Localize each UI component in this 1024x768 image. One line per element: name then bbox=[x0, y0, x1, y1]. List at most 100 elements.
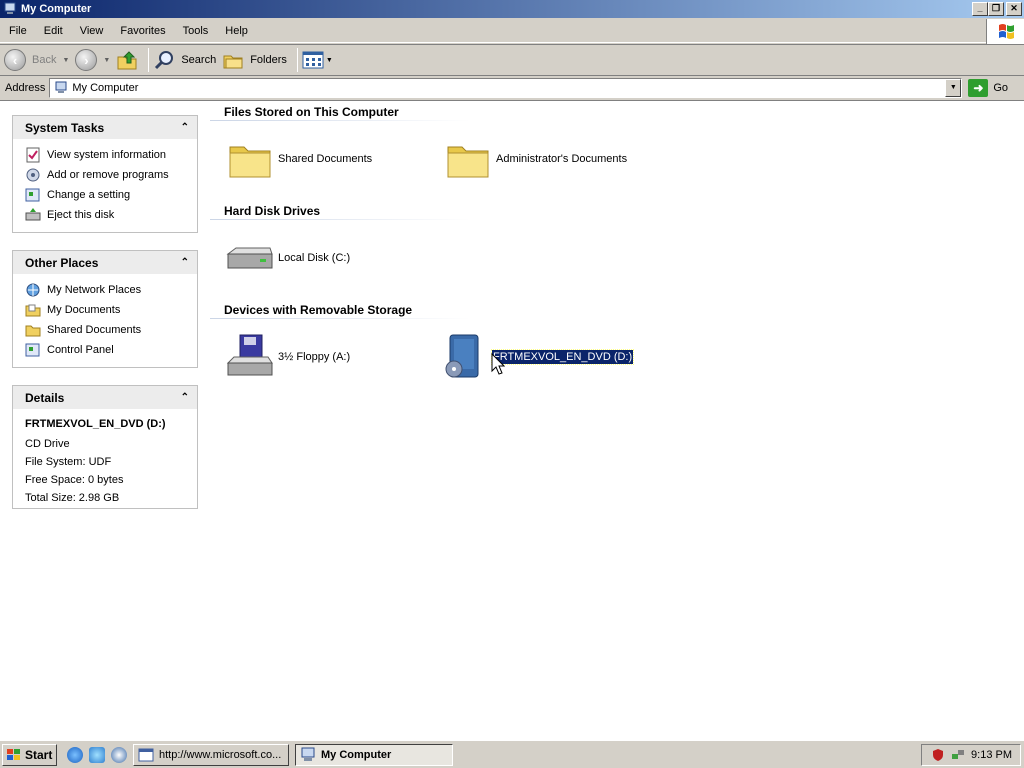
place-my-documents[interactable]: My Documents bbox=[25, 300, 185, 320]
window-title: My Computer bbox=[21, 3, 92, 15]
quick-launch bbox=[67, 746, 127, 763]
folders-label: Folders bbox=[250, 54, 287, 66]
other-places-header[interactable]: Other Places ⌃ bbox=[13, 251, 197, 274]
panel-title: System Tasks bbox=[25, 120, 105, 135]
menu-help[interactable]: Help bbox=[216, 25, 256, 37]
shared-documents-folder[interactable]: Shared Documents bbox=[226, 135, 372, 183]
menu-tools[interactable]: Tools bbox=[174, 25, 217, 37]
administrators-documents-folder[interactable]: Administrator's Documents bbox=[444, 135, 627, 183]
task-change-setting[interactable]: Change a setting bbox=[25, 185, 185, 205]
mouse-cursor-icon bbox=[491, 353, 505, 375]
search-button[interactable]: Search bbox=[153, 49, 216, 71]
eject-icon bbox=[25, 208, 41, 221]
task-add-remove-programs[interactable]: Add or remove programs bbox=[25, 165, 185, 185]
menu-bar: File Edit View Favorites Tools Help bbox=[0, 19, 1024, 43]
network-connection-icon[interactable] bbox=[951, 748, 965, 762]
address-input[interactable]: My Computer ▼ bbox=[49, 78, 963, 98]
menu-file[interactable]: File bbox=[0, 25, 35, 37]
place-control-panel[interactable]: Control Panel bbox=[25, 340, 185, 360]
views-dropdown-icon[interactable]: ▼ bbox=[326, 57, 333, 64]
task-view-system-information[interactable]: View system information bbox=[25, 145, 185, 165]
system-info-icon bbox=[26, 147, 40, 163]
address-value: My Computer bbox=[72, 82, 139, 94]
hard-disk-icon bbox=[226, 247, 273, 269]
windows-logo-icon bbox=[986, 19, 1024, 45]
toolbar: ‹ Back ▼ › ▼ Search Folders ▼ bbox=[0, 44, 1024, 76]
folder-icon bbox=[229, 146, 271, 178]
details-panel: Details ⌃ FRTMEXVOL_EN_DVD (D:) CD Drive… bbox=[12, 385, 198, 509]
folder-icon bbox=[25, 325, 41, 337]
outlook-express-icon[interactable] bbox=[89, 746, 105, 763]
clock[interactable]: 9:13 PM bbox=[971, 749, 1012, 761]
internet-explorer-icon[interactable] bbox=[67, 746, 83, 763]
address-bar: Address My Computer ▼ ➜ Go bbox=[0, 77, 1024, 99]
up-folder-icon bbox=[117, 51, 137, 70]
back-button[interactable]: ‹ Back ▼ bbox=[4, 49, 69, 71]
task-eject-disk[interactable]: Eject this disk bbox=[25, 205, 185, 225]
maximize-button[interactable]: ❐ bbox=[988, 2, 1004, 16]
other-places-panel: Other Places ⌃ My Network Places My Docu… bbox=[12, 250, 198, 368]
section-header-files: Files Stored on This Computer bbox=[224, 105, 399, 119]
panel-title: Details bbox=[25, 390, 65, 405]
folders-icon bbox=[223, 55, 243, 69]
system-tray: 9:13 PM bbox=[921, 744, 1021, 766]
my-computer-icon bbox=[301, 747, 315, 761]
address-dropdown-icon[interactable]: ▼ bbox=[945, 79, 962, 97]
title-bar[interactable]: My Computer _ ❐ ✕ bbox=[0, 0, 1024, 18]
start-label: Start bbox=[25, 747, 53, 762]
control-panel-icon bbox=[25, 188, 40, 202]
section-divider bbox=[210, 318, 470, 319]
place-shared-documents[interactable]: Shared Documents bbox=[25, 320, 185, 340]
system-tasks-header[interactable]: System Tasks ⌃ bbox=[13, 116, 197, 139]
go-arrow-icon: ➜ bbox=[968, 79, 989, 97]
minimize-button[interactable]: _ bbox=[972, 2, 988, 16]
section-header-removable: Devices with Removable Storage bbox=[224, 303, 413, 317]
floppy-drive-a[interactable]: 3½ Floppy (A:) bbox=[226, 333, 350, 381]
collapse-chevron-icon[interactable]: ⌃ bbox=[181, 122, 189, 133]
my-computer-icon bbox=[4, 2, 16, 14]
place-my-network-places[interactable]: My Network Places bbox=[25, 280, 185, 300]
collapse-chevron-icon[interactable]: ⌃ bbox=[181, 392, 189, 403]
up-folder-button[interactable] bbox=[116, 49, 138, 71]
details-total-size: Total Size: 2.98 GB bbox=[25, 492, 120, 504]
security-shield-icon[interactable] bbox=[931, 748, 945, 762]
menu-view[interactable]: View bbox=[71, 25, 112, 37]
start-button[interactable]: Start bbox=[2, 743, 57, 766]
add-remove-programs-icon bbox=[26, 168, 40, 182]
details-header[interactable]: Details ⌃ bbox=[13, 386, 197, 409]
network-places-icon bbox=[26, 283, 40, 297]
system-tasks-panel: System Tasks ⌃ View system information A… bbox=[12, 115, 198, 233]
forward-button[interactable]: › ▼ bbox=[75, 49, 110, 71]
details-item-type: CD Drive bbox=[25, 438, 70, 450]
views-icon bbox=[302, 51, 324, 69]
back-dropdown-icon[interactable]: ▼ bbox=[62, 57, 69, 64]
local-disk-c[interactable]: Local Disk (C:) bbox=[226, 234, 350, 282]
toolbar-separator bbox=[296, 48, 298, 72]
section-divider bbox=[210, 219, 470, 220]
taskbar: Start http://www.microsoft.co... My Comp… bbox=[0, 740, 1024, 768]
panel-title: Other Places bbox=[25, 255, 99, 270]
section-divider bbox=[210, 120, 470, 121]
folders-button[interactable]: Folders bbox=[222, 49, 287, 71]
menu-edit[interactable]: Edit bbox=[35, 25, 71, 37]
go-button[interactable]: ➜ Go bbox=[968, 79, 1008, 97]
close-button[interactable]: ✕ bbox=[1006, 2, 1022, 16]
media-player-icon[interactable] bbox=[111, 746, 127, 763]
search-label: Search bbox=[181, 54, 217, 66]
views-button[interactable]: ▼ bbox=[302, 50, 333, 70]
section-header-hard-disks: Hard Disk Drives bbox=[224, 204, 321, 218]
collapse-chevron-icon[interactable]: ⌃ bbox=[181, 257, 189, 268]
toolbar-separator bbox=[148, 48, 150, 72]
my-documents-icon bbox=[25, 304, 41, 317]
dvd-drive-d[interactable]: FRTMEXVOL_EN_DVD (D:) bbox=[440, 333, 635, 381]
details-item-name: FRTMEXVOL_EN_DVD (D:) bbox=[25, 418, 166, 430]
menu-favorites[interactable]: Favorites bbox=[111, 25, 173, 37]
taskbar-item-browser[interactable]: http://www.microsoft.co... bbox=[133, 743, 289, 766]
windows-flag-icon bbox=[7, 748, 20, 760]
control-panel-icon bbox=[25, 343, 40, 357]
cd-drive-icon bbox=[445, 334, 479, 378]
folder-icon bbox=[447, 146, 489, 178]
taskbar-item-my-computer[interactable]: My Computer bbox=[295, 743, 453, 766]
forward-dropdown-icon[interactable]: ▼ bbox=[103, 57, 110, 64]
browser-window-icon bbox=[138, 748, 154, 761]
